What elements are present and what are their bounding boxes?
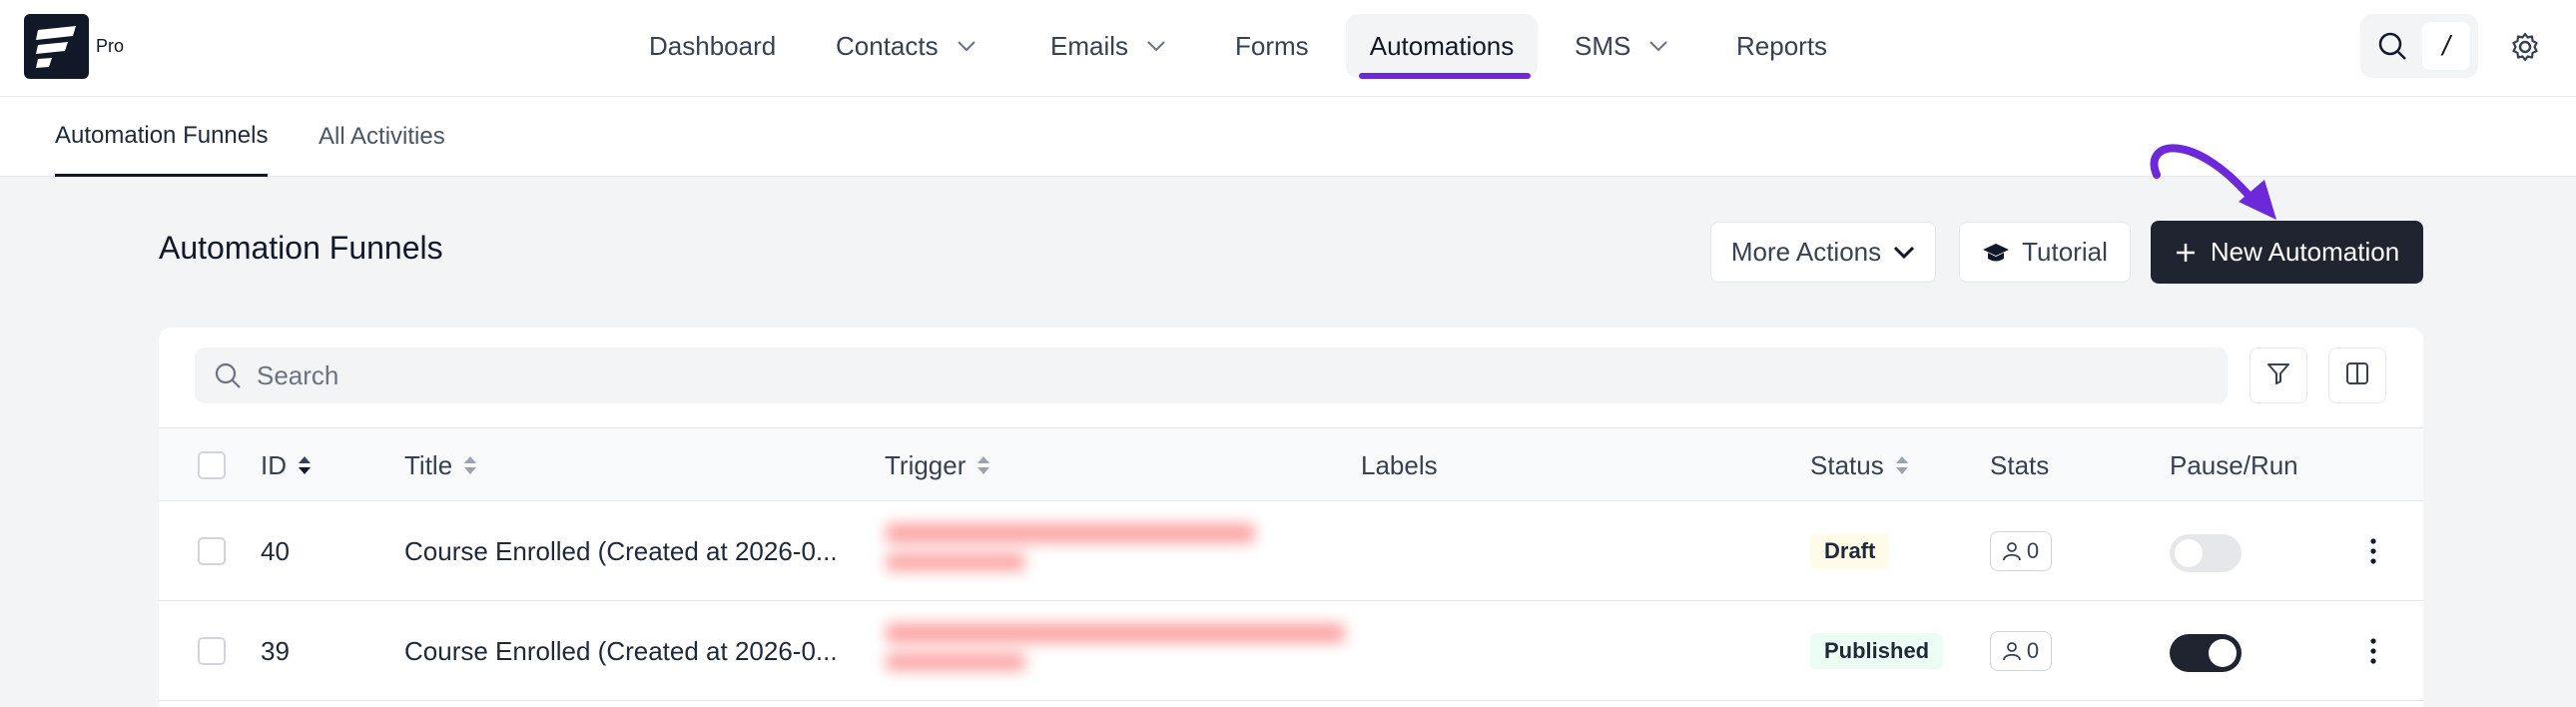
nav-dashboard-label: Dashboard [649,30,777,61]
column-pause-run: Pause/Run [2170,428,2298,502]
toggle-knob [2175,539,2203,567]
nav-reports[interactable]: Reports [1736,14,1827,78]
toggle-knob [2209,639,2237,667]
stats-badge[interactable]: 0 [1990,531,2052,571]
columns-button[interactable] [2328,348,2386,403]
column-status-label: Status [1810,449,1884,480]
pause-run-toggle[interactable] [2170,634,2242,672]
row-checkbox[interactable] [198,637,226,665]
columns-icon [2344,360,2370,391]
search-shortcut-key: / [2422,22,2470,70]
table-search [195,348,2228,403]
plus-icon [2175,242,2197,264]
column-trigger-label: Trigger [885,449,966,480]
filter-button[interactable] [2250,348,2307,403]
chevron-down-icon [1648,40,1668,52]
status-badge: Published [1810,633,1944,669]
row-title[interactable]: Course Enrolled (Created at 2026-0... [404,601,838,701]
search-icon[interactable] [2374,28,2410,64]
nav-dashboard[interactable]: Dashboard [649,14,776,78]
automations-table-card: ID Title Trigger Labels Status Stats Pau… [159,328,2423,707]
new-automation-button[interactable]: New Automation [2151,221,2423,284]
tutorial-button[interactable]: Tutorial [1959,222,2131,283]
table-row[interactable]: 39 Course Enrolled (Created at 2026-0...… [159,601,2423,701]
chevron-down-icon [1893,246,1915,260]
user-icon [2002,542,2021,561]
column-stats: Stats [1990,428,2049,502]
row-id: 39 [261,635,290,666]
nav-automations[interactable]: Automations [1346,14,1538,78]
sort-icon [462,454,478,476]
nav-sms[interactable]: SMS [1575,14,1668,78]
table-row[interactable]: 40 Course Enrolled (Created at 2026-0...… [159,501,2423,601]
column-labels-label: Labels [1361,449,1438,480]
new-automation-label: New Automation [2210,237,2400,267]
row-id: 40 [261,535,290,566]
column-pause-run-label: Pause/Run [2170,449,2298,480]
table-header: ID Title Trigger Labels Status Stats Pau… [159,427,2423,501]
tutorial-label: Tutorial [2022,237,2108,267]
trigger-redacted [886,623,1345,671]
tab-automation-funnels-label: Automation Funnels [55,121,269,149]
more-options-icon[interactable] [2363,531,2383,571]
more-actions-label: More Actions [1730,237,1882,267]
more-options-icon[interactable] [2363,631,2383,671]
column-id-label: ID [261,449,287,480]
column-id[interactable]: ID [261,428,313,502]
nav-reports-label: Reports [1736,30,1828,61]
graduation-cap-icon [1982,241,2010,265]
column-stats-label: Stats [1990,449,2050,480]
nav-forms[interactable]: Forms [1235,14,1309,78]
sort-desc-icon [297,454,313,476]
search-input[interactable] [257,359,2154,391]
active-nav-indicator [1359,73,1531,79]
nav-contacts-label: Contacts [836,30,939,61]
settings-gear-icon[interactable] [2506,28,2544,66]
search-icon [213,360,243,390]
trigger-redacted [886,523,1255,571]
top-navigation: Pro Dashboard Contacts Emails Forms Auto… [0,0,2576,97]
nav-emails-label: Emails [1050,30,1129,61]
app-logo[interactable] [24,14,89,79]
tab-all-activities[interactable]: All Activities [319,97,445,177]
user-icon [2002,642,2021,661]
tab-automation-funnels[interactable]: Automation Funnels [55,97,269,177]
stats-count: 0 [2026,538,2040,563]
chevron-down-icon [1146,40,1166,52]
page-title: Automation Funnels [159,230,443,266]
column-trigger[interactable]: Trigger [885,428,991,502]
global-search: / [2360,14,2478,78]
sort-icon [1894,454,1910,476]
row-checkbox[interactable] [198,537,226,565]
column-status[interactable]: Status [1810,428,1910,502]
nav-emails[interactable]: Emails [1050,14,1166,78]
column-labels: Labels [1361,428,1438,502]
nav-automations-label: Automations [1369,30,1515,61]
nav-contacts[interactable]: Contacts [836,14,976,78]
nav-sms-label: SMS [1575,30,1631,61]
nav-forms-label: Forms [1235,30,1309,61]
pro-badge: Pro [96,36,125,56]
stats-badge[interactable]: 0 [1990,631,2052,671]
logo-mark [36,26,76,68]
tab-all-activities-label: All Activities [319,123,445,150]
sort-icon [975,454,991,476]
column-title[interactable]: Title [404,428,478,502]
status-badge: Draft [1810,533,1890,569]
more-actions-button[interactable]: More Actions [1710,222,1936,283]
pause-run-toggle[interactable] [2170,534,2242,572]
annotation-arrow-icon [2150,144,2276,220]
select-all-checkbox[interactable] [198,451,226,479]
column-title-label: Title [404,449,453,480]
filter-icon [2265,360,2291,391]
row-title[interactable]: Course Enrolled (Created at 2026-0... [404,501,838,601]
stats-count: 0 [2026,638,2040,663]
chevron-down-icon [957,40,976,52]
